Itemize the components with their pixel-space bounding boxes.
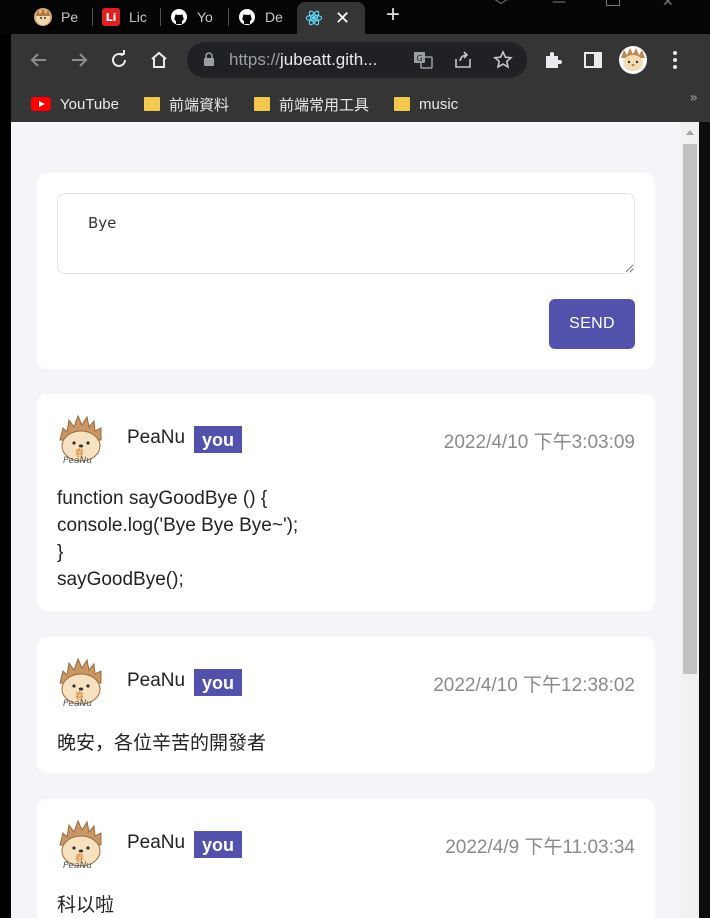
tab-github-2[interactable]: De	[230, 3, 289, 31]
scrollbar-thumb[interactable]	[683, 144, 697, 674]
maximize-icon[interactable]	[606, 0, 620, 6]
bookmark-folder-frontend-tools[interactable]: 前端常用工具	[254, 92, 369, 116]
tab-divider	[160, 8, 161, 26]
close-tab-icon[interactable]: ✕	[335, 8, 350, 29]
svg-text:G: G	[417, 54, 423, 63]
react-icon	[305, 9, 323, 27]
folder-icon	[254, 97, 270, 111]
peanu-avatar-icon	[34, 8, 52, 26]
address-bar[interactable]: https://jubeatt.gith... G	[187, 42, 527, 78]
tab-divider	[228, 8, 229, 26]
lock-icon[interactable]	[203, 52, 215, 71]
you-badge: you	[194, 831, 243, 858]
li-logo-icon: Li	[102, 8, 120, 26]
github-icon	[238, 8, 256, 26]
message-card: 春 PeaNu PeaNu you 2022/4/10 下午12:38:02 晚安…	[37, 637, 655, 773]
message-timestamp: 2022/4/10 下午12:38:02	[433, 675, 635, 696]
close-window-icon[interactable]: ✕	[662, 0, 674, 10]
desktop-background	[699, 122, 710, 918]
translate-icon[interactable]: G	[413, 50, 433, 70]
message-timestamp: 2022/4/9 下午11:03:34	[445, 837, 635, 858]
forward-icon[interactable]	[65, 46, 93, 74]
tab-peanu[interactable]: Pe	[26, 3, 85, 31]
bookmark-label: music	[419, 95, 459, 113]
bookmark-folder-frontend-data[interactable]: 前端資料	[144, 92, 229, 116]
send-button[interactable]: SEND	[549, 299, 635, 349]
tab-divider	[92, 8, 93, 26]
profile-avatar-icon[interactable]	[617, 44, 649, 76]
peanu-avatar-icon: 春 PeaNu	[57, 657, 107, 709]
bookmark-label: 前端常用工具	[279, 96, 370, 114]
message-timestamp: 2022/4/10 下午3:03:09	[443, 432, 635, 453]
tab-label: De	[265, 9, 283, 25]
svg-text:PeaNu: PeaNu	[63, 861, 92, 869]
tab-label: Lic	[129, 9, 147, 25]
message-content: function sayGoodBye () { console.log('By…	[57, 488, 299, 590]
bookmark-label: YouTube	[60, 95, 119, 113]
share-icon[interactable]	[453, 50, 473, 70]
message-content: 晚安，各位辛苦的開發者	[57, 733, 267, 754]
bookmark-label: 前端資料	[169, 96, 230, 114]
message-card: 春 PeaNu PeaNu you 2022/4/9 下午11:03:34 科以啦	[37, 799, 655, 918]
peanu-avatar-icon: 春 PeaNu	[57, 819, 107, 871]
minimize-icon[interactable]: —	[552, 0, 566, 10]
message-header: 春 PeaNu PeaNu you 2022/4/10 下午12:38:02	[57, 657, 635, 709]
bookmark-folder-music[interactable]: music	[394, 92, 458, 116]
new-tab-button[interactable]: +	[380, 3, 406, 29]
you-badge: you	[194, 669, 243, 696]
message-content: 科以啦	[57, 895, 115, 916]
message-header: 春 PeaNu PeaNu you 2022/4/10 下午3:03:09	[57, 414, 635, 466]
youtube-icon	[31, 97, 51, 111]
tab-label: Yo	[197, 9, 213, 25]
author-name: PeaNu	[127, 670, 186, 691]
author-name: PeaNu	[127, 427, 186, 448]
tab-linkedin[interactable]: Li Lic	[94, 3, 153, 31]
home-icon[interactable]	[145, 46, 173, 74]
github-icon	[170, 8, 188, 26]
bookmarks-bar: YouTube 前端資料 前端常用工具 music »	[11, 86, 710, 122]
tab-github-1[interactable]: Yo	[162, 3, 221, 31]
message-composer: Bye SEND	[37, 173, 655, 369]
bookmark-youtube[interactable]: YouTube	[31, 92, 119, 116]
bookmark-star-icon[interactable]	[493, 50, 513, 70]
svg-text:PeaNu: PeaNu	[63, 456, 92, 464]
browser-toolbar: https://jubeatt.gith... G	[11, 34, 710, 86]
back-icon[interactable]	[25, 46, 53, 74]
tab-label: Pe	[61, 9, 79, 25]
message-header: 春 PeaNu PeaNu you 2022/4/9 下午11:03:34	[57, 819, 635, 871]
message-card: 春 PeaNu PeaNu you 2022/4/10 下午3:03:09 fun…	[37, 394, 655, 611]
message-input[interactable]: Bye	[57, 193, 635, 274]
folder-icon	[144, 97, 160, 111]
page-viewport: Bye SEND 春 PeaNu PeaNu you 2022/4/10 下午3:…	[11, 122, 681, 918]
svg-text:PeaNu: PeaNu	[63, 699, 92, 707]
author-name: PeaNu	[127, 832, 186, 853]
folder-icon	[394, 97, 410, 111]
bookmarks-overflow-button[interactable]: »	[689, 90, 698, 106]
tab-search-icon[interactable]: ﹀	[494, 0, 508, 15]
peanu-avatar-icon: 春 PeaNu	[57, 414, 107, 466]
scroll-up-icon[interactable]	[686, 130, 694, 135]
tab-active-react[interactable]: ✕	[297, 2, 365, 34]
extensions-icon[interactable]	[539, 46, 567, 74]
side-panel-icon[interactable]	[579, 46, 607, 74]
page-scrollbar[interactable]	[681, 122, 699, 918]
url-text: https://jubeatt.gith...	[229, 50, 378, 69]
tab-strip: Pe Li Lic Yo De ✕ + ﹀ — ✕	[0, 0, 710, 34]
you-badge: you	[194, 426, 243, 453]
reload-icon[interactable]	[105, 46, 133, 74]
menu-kebab-icon[interactable]	[661, 46, 689, 74]
